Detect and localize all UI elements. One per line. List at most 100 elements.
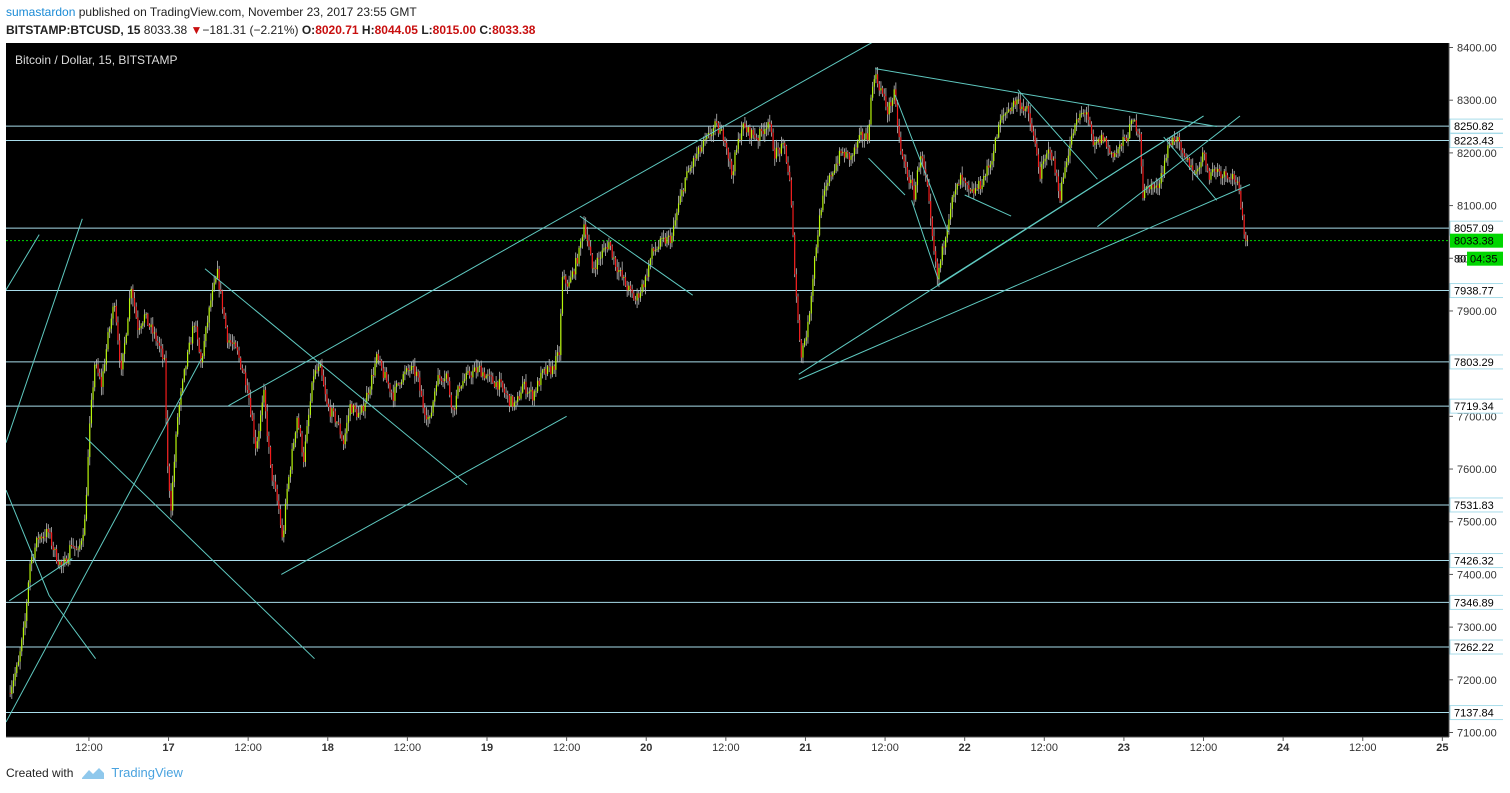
candle-up bbox=[346, 422, 348, 434]
candle-up bbox=[1061, 181, 1063, 201]
price-chart[interactable]: 8400.008300.008200.008100.008000.007900.… bbox=[5, 36, 1505, 757]
candle-up bbox=[850, 155, 852, 160]
candle-up bbox=[347, 415, 350, 423]
candle-up bbox=[870, 97, 872, 125]
candle-up bbox=[36, 537, 38, 548]
candle-down bbox=[1112, 152, 1114, 157]
candle-up bbox=[361, 405, 363, 413]
candle-down bbox=[1105, 138, 1108, 147]
x-tick-label: 12:00 bbox=[1190, 742, 1218, 754]
candle-up bbox=[1094, 142, 1096, 146]
candle-down bbox=[52, 545, 54, 551]
candle-up bbox=[304, 441, 306, 462]
y-tick-label: 7100.00 bbox=[1457, 728, 1497, 740]
candle-down bbox=[769, 122, 771, 125]
candle-up bbox=[188, 342, 190, 353]
candle-up bbox=[832, 172, 834, 177]
candle-down bbox=[1205, 153, 1207, 166]
candle-down bbox=[190, 342, 192, 344]
candle-up bbox=[128, 298, 131, 320]
candle-up bbox=[1069, 144, 1071, 156]
candle-down bbox=[1180, 142, 1182, 151]
candle-up bbox=[515, 401, 517, 403]
x-tick-label: 23 bbox=[1118, 742, 1130, 754]
candle-up bbox=[857, 140, 859, 148]
tradingview-link[interactable]: TradingView bbox=[111, 765, 183, 780]
candle-down bbox=[1087, 112, 1089, 120]
candle-up bbox=[1066, 161, 1068, 168]
chart-container[interactable]: 8400.008300.008200.008100.008000.007900.… bbox=[5, 36, 1505, 757]
candle-down bbox=[943, 246, 945, 248]
candle-up bbox=[415, 371, 418, 376]
candle-down bbox=[492, 376, 494, 383]
candle-up bbox=[1095, 142, 1098, 144]
candle-down bbox=[646, 276, 648, 278]
candle-up bbox=[1062, 177, 1064, 182]
candle-down bbox=[135, 306, 137, 318]
candle-up bbox=[1213, 169, 1215, 171]
candle-up bbox=[1104, 138, 1106, 142]
candle-up bbox=[750, 129, 753, 139]
candle-down bbox=[1124, 137, 1126, 139]
candle-up bbox=[258, 431, 260, 442]
candle-down bbox=[988, 165, 990, 168]
candle-down bbox=[855, 147, 857, 149]
candle-up bbox=[747, 127, 749, 133]
candle-up bbox=[998, 124, 1000, 138]
candle-up bbox=[865, 133, 867, 140]
candle-up bbox=[85, 494, 88, 520]
candle-down bbox=[1228, 178, 1230, 180]
candle-up bbox=[736, 149, 738, 153]
candle-up bbox=[863, 139, 865, 141]
candle-down bbox=[72, 545, 74, 547]
candle-up bbox=[608, 242, 610, 250]
candle-up bbox=[833, 170, 836, 173]
candle-up bbox=[294, 432, 297, 443]
candle-down bbox=[770, 124, 773, 133]
candle-down bbox=[611, 245, 613, 258]
candle-down bbox=[903, 156, 905, 162]
candle-up bbox=[405, 368, 408, 372]
candle-up bbox=[349, 404, 351, 416]
candle-down bbox=[133, 298, 136, 307]
candle-down bbox=[961, 174, 963, 180]
candle-down bbox=[1162, 173, 1164, 175]
candle-down bbox=[797, 296, 799, 321]
candle-up bbox=[711, 134, 713, 137]
candle-down bbox=[323, 375, 325, 386]
level-price-label: 7719.34 bbox=[1454, 401, 1494, 413]
candle-up bbox=[663, 237, 665, 239]
candle-up bbox=[674, 220, 676, 226]
x-tick-label: 21 bbox=[799, 742, 811, 754]
candle-up bbox=[812, 278, 814, 296]
candle-up bbox=[79, 544, 81, 549]
candle-down bbox=[278, 500, 280, 510]
candle-up bbox=[80, 540, 83, 545]
candle-up bbox=[1110, 152, 1113, 154]
candle-up bbox=[540, 372, 542, 386]
candle-down bbox=[757, 137, 759, 141]
y-tick-label: 7300.00 bbox=[1457, 622, 1497, 634]
candle-up bbox=[1197, 168, 1199, 172]
candle-up bbox=[941, 246, 943, 261]
candle-up bbox=[409, 370, 411, 372]
candle-down bbox=[1218, 168, 1220, 172]
candle-up bbox=[191, 326, 194, 344]
candle-up bbox=[357, 413, 360, 417]
author-link[interactable]: sumastardon bbox=[6, 5, 75, 19]
candle-up bbox=[92, 387, 94, 400]
candle-down bbox=[724, 140, 726, 143]
candle-down bbox=[794, 235, 796, 275]
candle-down bbox=[1183, 153, 1186, 156]
candle-down bbox=[165, 358, 167, 419]
candle-down bbox=[614, 257, 617, 267]
candle-up bbox=[1127, 137, 1129, 142]
candle-down bbox=[901, 151, 904, 157]
candle-down bbox=[236, 346, 238, 351]
candle-down bbox=[324, 385, 326, 395]
candle-down bbox=[240, 357, 242, 369]
candle-up bbox=[822, 195, 824, 211]
candle-up bbox=[1130, 120, 1132, 125]
candle-up bbox=[465, 372, 467, 380]
candle-up bbox=[999, 120, 1001, 125]
